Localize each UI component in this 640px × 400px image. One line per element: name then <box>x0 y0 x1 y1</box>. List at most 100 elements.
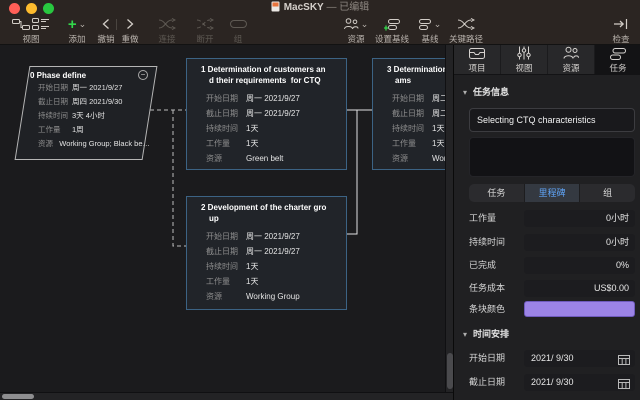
work-label: 工作量 <box>469 210 496 227</box>
duration-field[interactable]: 0小时 <box>524 234 635 251</box>
segment-milestone[interactable]: 里程碑 <box>524 184 580 202</box>
end-date-field[interactable]: 2021/ 9/30 <box>524 374 635 391</box>
group-icon <box>230 18 247 30</box>
node-field-row: 开始日期周一 2021/9/27 <box>30 81 150 95</box>
task-info-header[interactable]: ▾任务信息 <box>463 85 509 99</box>
undo-label: 撤销 <box>97 35 114 44</box>
node-field-row: 工作量1天 <box>187 136 346 151</box>
task-name-field[interactable]: Selecting CTQ characteristics <box>469 108 635 132</box>
view-icon <box>517 46 531 60</box>
horizontal-scrollbar[interactable] <box>0 392 453 400</box>
task-node-3[interactable]: 3 Determination o ams 开始日期周二 20 截止日期周二 2… <box>372 58 445 170</box>
inspect-icon <box>614 18 628 30</box>
inspector-panel: 项目 视图 资源 任务 ▾任务信息 Selecting CTQ characte… <box>453 45 640 400</box>
redo-label: 重做 <box>121 35 138 44</box>
group-label: 组 <box>234 35 243 44</box>
redo-icon <box>126 18 134 30</box>
cost-label: 任务成本 <box>469 280 505 297</box>
connect-icon <box>159 18 176 30</box>
node-title: 0 Phase define <box>30 70 86 81</box>
add-plus-icon: + <box>68 18 77 31</box>
undo-button[interactable]: 撤销 <box>95 17 117 44</box>
window-title: MacSKY — 已编辑 <box>0 1 640 17</box>
tab-view[interactable]: 视图 <box>500 45 547 74</box>
cost-field[interactable]: US$0.00 <box>524 280 635 297</box>
view-network-icon <box>12 18 30 31</box>
node-title: 1 Determination of customers an d their … <box>187 59 346 86</box>
add-button[interactable]: +⌄ 添加 <box>60 17 94 44</box>
chevron-down-icon: ⌄ <box>361 19 369 29</box>
connect-button: 连接 <box>149 17 185 44</box>
chevron-down-icon: ⌄ <box>79 19 87 29</box>
inspector-tabs: 项目 视图 资源 任务 <box>454 45 640 75</box>
disconnect-label: 断开 <box>196 35 213 44</box>
baseline-label: 基线 <box>421 35 438 44</box>
window-title-app: MacSKY <box>284 2 324 13</box>
group-button: 组 <box>225 17 251 44</box>
toolbar-separator <box>116 19 117 30</box>
completed-label: 已完成 <box>469 257 496 274</box>
node-field-row: 工作量1天 <box>187 274 346 289</box>
bar-color-label: 条块颜色 <box>469 301 505 318</box>
disconnect-icon <box>197 18 214 30</box>
node-field-row: 截止日期周一 2021/9/27 <box>187 106 346 121</box>
disclosure-triangle-icon: ▾ <box>463 330 467 339</box>
baseline-icon <box>419 18 432 31</box>
node-field-row: 资源Working Group; Black be… <box>30 137 150 151</box>
node-field-row: 开始日期周一 2021/9/27 <box>187 91 346 106</box>
tab-project[interactable]: 项目 <box>454 45 500 74</box>
vertical-scrollbar[interactable] <box>445 45 453 392</box>
node-field-row: 资源Green belt <box>187 151 346 166</box>
view-outline-icon <box>32 18 50 31</box>
app-window: MacSKY — 已编辑 视图 +⌄ 添加 撤销 重做 连接 <box>0 0 640 400</box>
calendar-icon <box>618 378 630 395</box>
set-baseline-label: 设置基线 <box>375 35 409 44</box>
undo-icon <box>102 18 110 30</box>
view-toolbar-button[interactable]: 视图 <box>2 17 60 44</box>
resources-label: 资源 <box>347 35 364 44</box>
node-field-row: 持续时间1天 <box>187 121 346 136</box>
critical-path-icon <box>458 18 475 30</box>
inspect-button[interactable]: 检查 <box>603 17 639 44</box>
resources-icon <box>563 46 579 60</box>
critical-path-button[interactable]: 关键路径 <box>446 17 486 44</box>
start-date-label: 开始日期 <box>469 350 505 367</box>
chevron-down-icon: ⌄ <box>434 19 442 29</box>
baseline-button[interactable]: ⌄ 基线 <box>414 17 446 44</box>
node-field-row: 工作量1周 <box>30 123 150 137</box>
set-baseline-icon <box>384 18 401 31</box>
bar-color-swatch[interactable] <box>524 301 635 317</box>
node-title: 3 Determination o ams <box>373 59 445 86</box>
node-field-row: 截止日期周四 2021/9/30 <box>30 95 150 109</box>
completed-field[interactable]: 0% <box>524 257 635 274</box>
horizontal-scrollbar-thumb[interactable] <box>2 394 34 399</box>
resources-icon <box>344 18 359 30</box>
node-field-row: 截止日期周一 2021/9/27 <box>187 244 346 259</box>
task-node-1[interactable]: 1 Determination of customers an d their … <box>186 58 347 170</box>
group-node-0[interactable]: 0 Phase define − 开始日期周一 2021/9/27 截止日期周四… <box>30 69 150 151</box>
schedule-header[interactable]: ▾时间安排 <box>463 327 509 341</box>
add-label: 添加 <box>68 35 85 44</box>
work-field[interactable]: 0小时 <box>524 210 635 227</box>
end-date-label: 截止日期 <box>469 374 505 391</box>
task-notes-field[interactable] <box>469 137 635 177</box>
task-icon <box>610 46 626 60</box>
tab-task[interactable]: 任务 <box>594 45 640 74</box>
connect-label: 连接 <box>158 35 175 44</box>
task-node-2[interactable]: 2 Development of the charter gro up 开始日期… <box>186 196 347 310</box>
redo-button[interactable]: 重做 <box>119 17 141 44</box>
start-date-field[interactable]: 2021/ 9/30 <box>524 350 635 367</box>
node-field-row: 持续时间1天 <box>187 259 346 274</box>
segment-task[interactable]: 任务 <box>469 184 524 202</box>
calendar-icon <box>618 354 630 371</box>
set-baseline-button[interactable]: 设置基线 <box>370 17 414 44</box>
node-title: 2 Development of the charter gro up <box>187 197 346 224</box>
node-field-row: 开始日期周二 20 <box>373 91 445 106</box>
disconnect-button: 断开 <box>187 17 223 44</box>
segment-group[interactable]: 组 <box>579 184 635 202</box>
collapse-icon[interactable]: − <box>138 70 148 80</box>
titlebar-toolbar: MacSKY — 已编辑 视图 +⌄ 添加 撤销 重做 连接 <box>0 0 640 45</box>
node-field-row: 资源Workin <box>373 151 445 166</box>
tab-resources[interactable]: 资源 <box>547 45 594 74</box>
network-canvas[interactable]: 0 Phase define − 开始日期周一 2021/9/27 截止日期周四… <box>0 45 445 392</box>
